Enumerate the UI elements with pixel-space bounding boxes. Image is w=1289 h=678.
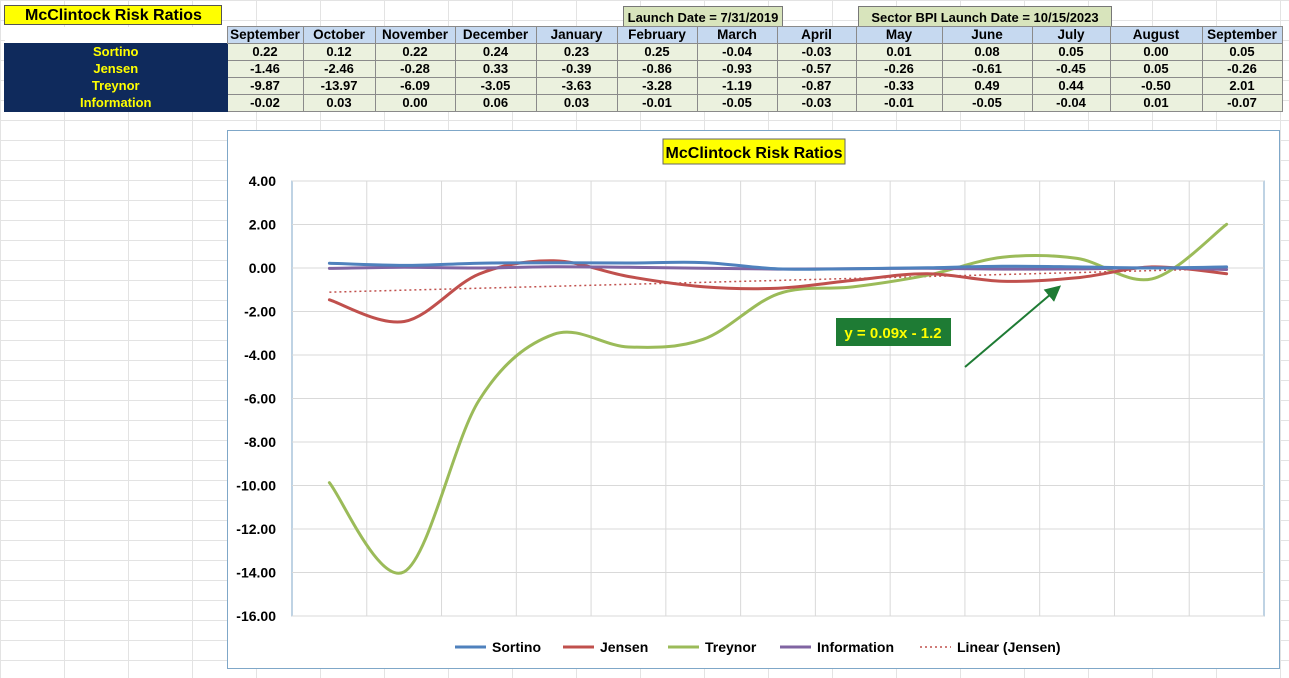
y-tick-label: 2.00 — [249, 217, 276, 233]
legend-label-trendline: Linear (Jensen) — [957, 639, 1060, 655]
y-tick-label: -6.00 — [244, 391, 276, 407]
y-tick-label: -8.00 — [244, 434, 276, 450]
legend-label-treynor: Treynor — [705, 639, 757, 655]
y-tick-label: 0.00 — [249, 260, 276, 276]
y-axis-tick-labels: 4.00 2.00 0.00 -2.00 -4.00 -6.00 -8.00 -10.00 -1… — [236, 173, 276, 624]
y-tick-label: -14.00 — [236, 565, 276, 581]
line-chart: McClintock Risk Ratios 4.00 2.00 0.00 -2.00… — [236, 138, 1265, 655]
y-tick-label: -16.00 — [236, 608, 276, 624]
y-tick-label: 4.00 — [249, 173, 276, 189]
legend-label-information: Information — [817, 639, 894, 655]
legend-label-sortino: Sortino — [492, 639, 541, 655]
legend-label-jensen: Jensen — [600, 639, 648, 655]
y-tick-label: -10.00 — [236, 478, 276, 494]
y-tick-label: -12.00 — [236, 521, 276, 537]
y-tick-label: -4.00 — [244, 347, 276, 363]
y-tick-label: -2.00 — [244, 304, 276, 320]
trendline-equation: y = 0.09x - 1.2 — [844, 325, 941, 342]
chart-title: McClintock Risk Ratios — [666, 145, 843, 162]
chart-legend: Sortino Jensen Treynor Information Linear (J… — [455, 639, 1060, 655]
chart-gridlines — [291, 180, 1265, 617]
